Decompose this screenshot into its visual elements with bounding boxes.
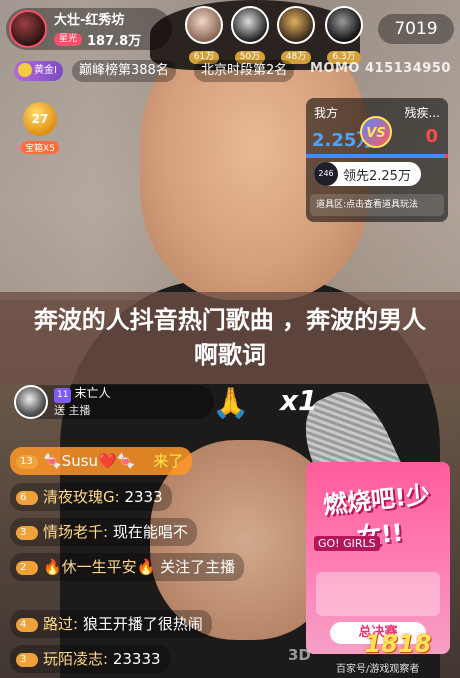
- user-level-badge: 3: [16, 653, 38, 667]
- gold-level-badge[interactable]: 黄金I: [14, 61, 63, 81]
- chat-message[interactable]: 13 🍬Susu❤️🍬 来了: [10, 447, 193, 475]
- user-level-badge: 2: [16, 561, 38, 575]
- viewer-avatar[interactable]: [185, 6, 223, 44]
- viewer-avatar[interactable]: [231, 6, 269, 44]
- gift-multiplier: x1: [280, 384, 318, 417]
- treasure-label: 宝箱X5: [21, 141, 59, 154]
- chat-user[interactable]: 🍬Susu❤️🍬: [43, 452, 135, 470]
- gift-icon: 🙏: [212, 386, 250, 421]
- pk-progress-them: [445, 154, 448, 158]
- lead-pill: 246 领先2.25万: [314, 162, 421, 186]
- chat-message[interactable]: 3 玩陌凌志: 23333: [10, 645, 170, 673]
- promo-stage-image: [316, 572, 440, 616]
- source-watermark: 百家号/游戏观察者: [336, 664, 420, 675]
- online-count[interactable]: 7019: [378, 14, 454, 44]
- chat-text: 现在能唱不: [112, 523, 188, 541]
- top-viewer-1[interactable]: 61万: [184, 6, 224, 64]
- chat-user[interactable]: 清夜玫瑰G:: [43, 488, 120, 506]
- host-fans-count: 187.8万: [87, 34, 142, 49]
- city-rank[interactable]: 北京时段第2名: [194, 60, 295, 82]
- gift-toast: 11 末亡人 送 主播: [14, 385, 214, 419]
- vs-icon: VS: [360, 116, 392, 148]
- chat-message[interactable]: 4 路过: 狼王开播了很热闹: [10, 610, 212, 638]
- chat-user[interactable]: 🔥休一生平安🔥: [43, 558, 155, 576]
- gift-action: 送 主播: [54, 404, 91, 417]
- host-avatar[interactable]: [9, 10, 47, 48]
- lead-text: 领先2.25万: [343, 168, 411, 184]
- user-level-badge: 3: [16, 526, 38, 540]
- chat-message[interactable]: 2 🔥休一生平安🔥 关注了主播: [10, 553, 245, 581]
- user-level-badge: 6: [16, 491, 38, 505]
- host-info-pill[interactable]: 大壮-红秀坊 星光 187.8万: [6, 8, 172, 50]
- host-name: 大壮-红秀坊: [54, 13, 125, 28]
- viewer-avatar[interactable]: [325, 6, 363, 44]
- user-level-badge: 4: [16, 618, 38, 632]
- pk-them-score: 0: [425, 126, 438, 147]
- chat-text: 23333: [112, 650, 161, 668]
- pk-panel[interactable]: 我方 残疾... 2.25万 0 VS 246 领先2.25万 道具区:点击查看…: [306, 98, 448, 222]
- treasure-count: 27: [23, 102, 57, 136]
- chat-text: 2333: [124, 488, 163, 506]
- top-viewer-2[interactable]: 50万: [230, 6, 270, 64]
- chat-user[interactable]: 情场老千:: [43, 523, 108, 541]
- gift-sender-name: 末亡人: [74, 386, 111, 400]
- chat-user[interactable]: 玩陌凌志:: [43, 650, 108, 668]
- user-level-badge: 13: [16, 455, 38, 469]
- pk-progress-us: [306, 154, 446, 158]
- title-overlay: 奔波的人抖音热门歌曲 ，奔波的男人啊歌词: [0, 292, 460, 384]
- chat-text: 来了: [153, 452, 184, 470]
- gold-level-label: 黄金I: [34, 65, 57, 76]
- chat-message[interactable]: 6 清夜玫瑰G: 2333: [10, 483, 172, 511]
- chat-message[interactable]: 3 情场老千: 现在能唱不: [10, 518, 197, 546]
- pk-progress-bar: [306, 154, 448, 158]
- lead-badge: 246: [314, 162, 338, 186]
- prop-area-link[interactable]: 道具区:点击查看道具玩法: [310, 194, 444, 216]
- chat-text: 狼王开播了很热闹: [82, 615, 203, 633]
- chat-text: 关注了主播: [160, 558, 236, 576]
- watermark-3d: 3D: [288, 646, 311, 664]
- site-logo-watermark: 1818: [364, 630, 432, 658]
- peak-rank[interactable]: 巅峰榜第388名: [72, 60, 176, 82]
- pk-us-label: 我方: [314, 106, 339, 120]
- top-viewer-4[interactable]: 6.3万: [324, 6, 364, 64]
- momo-id: MOMO 415134950: [310, 61, 451, 76]
- top-viewer-3[interactable]: 48万: [276, 6, 316, 64]
- star-badge: 星光: [54, 33, 83, 46]
- chat-user[interactable]: 路过:: [43, 615, 78, 633]
- crown-icon: [18, 63, 32, 77]
- gift-sender-avatar: [14, 385, 48, 419]
- article-title: 奔波的人抖音热门歌曲 ，奔波的男人啊歌词: [33, 306, 427, 369]
- viewer-avatar[interactable]: [277, 6, 315, 44]
- sender-level: 11: [54, 388, 72, 403]
- promo-go-girls: GO! GIRLS: [314, 536, 380, 551]
- pk-them-label: 残疾...: [404, 106, 440, 120]
- treasure-chest[interactable]: 27 宝箱X5: [20, 102, 60, 155]
